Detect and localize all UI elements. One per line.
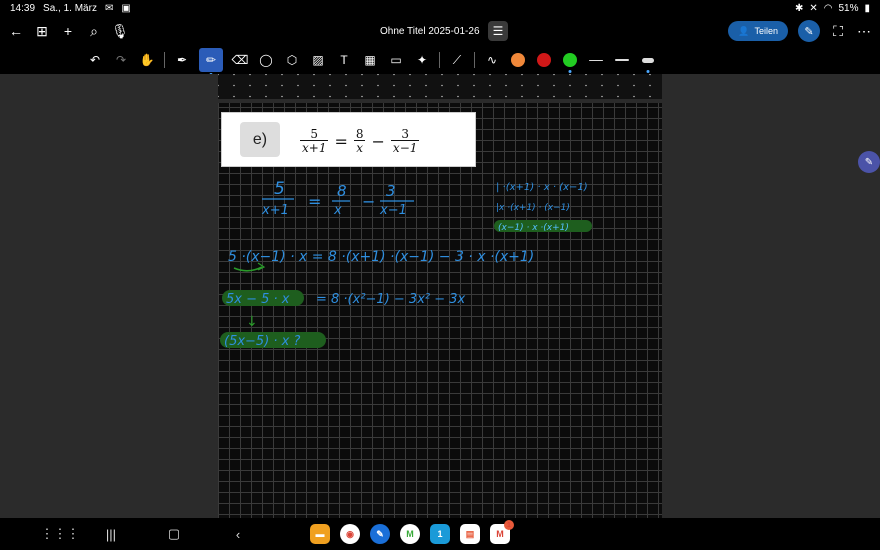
status-bar: 14:39 Sa., 1. März ✉ ▣ ✱ ✕ ◠ 51% ▮ <box>0 0 880 16</box>
hw-underline <box>233 266 263 272</box>
selected-stroke-indicator <box>646 70 650 73</box>
drawing-toolbar: ↶ ↷ ✋ ✒ ✏ ⌫ ◯ ⬡ ▨ T ▦ ▭ ✦ ⟋ ∿ <box>0 46 880 76</box>
table-icon[interactable]: ▦ <box>361 51 379 69</box>
ai-assist-button[interactable]: ✎ <box>798 20 820 42</box>
stroke-thick[interactable] <box>639 51 657 73</box>
document-title[interactable]: Ohne Titel 2025-01-26 <box>380 16 480 46</box>
wifi-icon: ◠ <box>823 2 833 14</box>
hw-line2: 5 ·(x−1) · x = 8 ·(x+1) ·(x−1) − 3 · x ·… <box>228 249 534 265</box>
image-notification-icon: ▣ <box>121 2 131 14</box>
redo-icon[interactable]: ↷ <box>112 51 130 69</box>
hw-line3-right: = 8 ·(x²−1) − 3x² − 3x <box>316 292 466 307</box>
notes-app-icon[interactable]: ✎ <box>370 524 390 544</box>
moodle-app-icon[interactable]: M <box>400 524 420 544</box>
calendar-app-icon[interactable]: 1 <box>430 524 450 544</box>
read-only-icon[interactable]: ✋ <box>138 51 156 69</box>
pen-icon: ✎ <box>864 156 874 168</box>
hw-line4: (5x−5) · x ? <box>224 334 300 349</box>
hw-frac2-num: 8 <box>337 182 347 200</box>
color-green[interactable] <box>561 51 579 73</box>
battery-icon: ▮ <box>864 2 870 14</box>
toolbar-divider <box>439 52 440 68</box>
share-label: Teilen <box>754 26 778 36</box>
plus-icon[interactable]: + <box>60 23 76 39</box>
ruler-icon[interactable]: ⟋ <box>448 51 466 69</box>
list-icon: ☰ <box>492 24 504 38</box>
hw-eq1: = <box>308 192 321 211</box>
gallery-app-icon[interactable]: ▤ <box>460 524 480 544</box>
canvas-area[interactable]: e) 5 x+1 = 8 x − 3 x−1 5 x+1 = 8 x − 3 x… <box>0 74 880 518</box>
clock: 14:39 <box>10 2 36 14</box>
color-orange[interactable] <box>509 51 527 69</box>
files-app-icon[interactable]: ▬ <box>310 524 330 544</box>
eraser-icon[interactable]: ⌫ <box>231 51 249 69</box>
toolbar-divider <box>474 52 475 68</box>
hw-minus1: − <box>362 192 375 211</box>
hw-note3: (x−1) · x ·(x+1) <box>498 223 569 233</box>
bluetooth-icon: ✱ <box>794 2 804 14</box>
undo-icon[interactable]: ↶ <box>86 51 104 69</box>
hw-frac1-num: 5 <box>274 179 285 199</box>
mute-icon: ✕ <box>809 2 818 14</box>
hw-frac2-den: x <box>333 203 342 218</box>
back-icon[interactable]: ‹ <box>230 518 246 550</box>
search-icon[interactable]: ⌕ <box>86 23 102 39</box>
date: Sa., 1. März <box>43 2 97 14</box>
stroke-thin[interactable] <box>587 51 605 69</box>
share-button[interactable]: 👤 Teilen <box>728 21 788 41</box>
gmail-app-icon[interactable]: M1 <box>490 520 514 544</box>
chrome-app-icon[interactable]: ◉ <box>340 524 360 544</box>
hw-frac3-num: 3 <box>386 182 396 200</box>
outline-button[interactable]: ☰ <box>488 21 508 41</box>
color-red[interactable] <box>535 51 553 69</box>
app-header: ← ⊞ + ⌕ 🎙 Ohne Titel 2025-01-26 ☰ 👤 Teil… <box>0 16 880 46</box>
back-arrow-icon[interactable]: ← <box>8 23 24 39</box>
fullscreen-icon[interactable]: ⛶ <box>830 23 846 39</box>
magic-wand-icon: ✎ <box>804 25 814 38</box>
battery-level: 51% <box>838 2 859 14</box>
grid-icon[interactable]: ⊞ <box>34 23 50 39</box>
recent-apps-icon[interactable]: ||| <box>103 518 119 550</box>
toolbar-divider <box>164 52 165 68</box>
lasso-icon[interactable]: ◯ <box>257 51 275 69</box>
notification-badge: 1 <box>504 520 514 530</box>
curve-stroke-icon[interactable]: ∿ <box>483 51 501 69</box>
hw-note1: | ·(x+1) · x · (x−1) <box>496 182 588 193</box>
laser-pointer-icon[interactable]: ✦ <box>413 51 431 69</box>
image-icon[interactable]: ▨ <box>309 51 327 69</box>
home-icon[interactable]: ▢ <box>166 518 182 550</box>
microphone-icon[interactable]: 🎙 <box>111 23 129 39</box>
text-box-icon[interactable]: T <box>335 51 353 69</box>
hw-line3-left: 5x − 5 · x <box>226 292 290 307</box>
more-options-icon[interactable]: ⋯ <box>856 23 872 39</box>
floating-pen-button[interactable]: ✎ <box>858 151 880 173</box>
shapes-icon[interactable]: ⬡ <box>283 51 301 69</box>
pencil-icon[interactable]: ✏ <box>199 48 223 76</box>
hw-frac1-den: x+1 <box>261 203 289 218</box>
gmail-notification-icon: ✉ <box>104 2 114 14</box>
stroke-medium[interactable] <box>613 51 631 69</box>
hw-note2: |x ·(x+1) · (x−1) <box>496 203 570 213</box>
hw-down-arrow: ↓ <box>246 314 258 330</box>
hw-frac3-den: x−1 <box>379 203 407 218</box>
pen-icon[interactable]: ✒ <box>173 51 191 69</box>
add-person-icon: 👤 <box>738 25 750 36</box>
selected-color-indicator <box>568 70 572 73</box>
media-icon[interactable]: ▭ <box>387 51 405 69</box>
system-navigation-bar: ⋮⋮⋮ ||| ▢ ‹ ▬ ◉ ✎ M 1 ▤ M1 <box>0 518 880 550</box>
handwriting-layer: 5 x+1 = 8 x − 3 x−1 | ·(x+1) · x · (x−1)… <box>220 179 592 349</box>
app-drawer-icon[interactable]: ⋮⋮⋮ <box>41 518 80 550</box>
